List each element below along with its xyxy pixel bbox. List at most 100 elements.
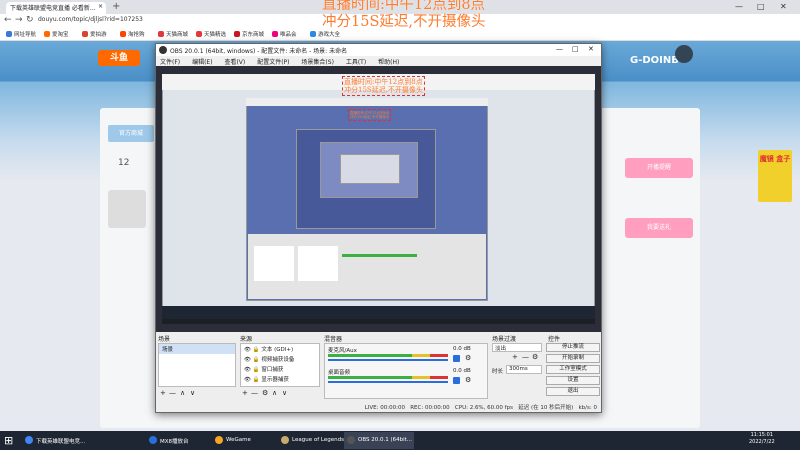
transitions-title: 场景过渡 <box>492 336 517 343</box>
taskbar-item[interactable]: WeGame <box>212 432 274 449</box>
desktop-meter <box>328 376 448 379</box>
transition-remove-button[interactable]: — <box>522 353 529 361</box>
taskbar-app-icon <box>215 436 223 444</box>
obs-close-icon[interactable]: ✕ <box>588 45 594 53</box>
source-item[interactable]: 👁 🔒 窗口捕获 <box>241 364 319 374</box>
gift-button[interactable]: 我要送礼 <box>625 218 693 238</box>
menu-scene-collection[interactable]: 场景集合(S) <box>301 59 334 66</box>
menu-tools[interactable]: 工具(T) <box>346 59 366 66</box>
source-item[interactable]: 👁 🔒 视频捕获设备 <box>241 354 319 364</box>
scene-up-button[interactable]: ∧ <box>180 389 185 397</box>
bookmark-icon <box>82 31 88 37</box>
maximize-icon[interactable]: □ <box>757 2 765 11</box>
menu-view[interactable]: 查看(V) <box>224 59 245 66</box>
reload-icon[interactable]: ↻ <box>26 15 34 25</box>
bookmark-icon <box>234 31 240 37</box>
browser-tab[interactable]: 下载英雄联盟电竞直播 必看新... × <box>6 2 106 14</box>
bookmark-label: 爱拍游 <box>90 32 107 38</box>
obs-window: OBS 20.0.1 (64bit, windows) - 配置文件: 未命名 … <box>155 43 602 413</box>
start-recording-button[interactable]: 开始录制 <box>546 354 600 363</box>
back-icon[interactable]: ← <box>4 15 12 25</box>
source-settings-icon[interactable]: ⚙ <box>262 389 268 397</box>
bookmark-item[interactable]: 京东商城 <box>234 30 264 38</box>
desktop-speaker-icon[interactable] <box>453 377 460 384</box>
browser-tab-title: 下载英雄联盟电竞直播 必看新... <box>10 5 96 12</box>
close-tab-icon[interactable]: × <box>98 3 103 10</box>
source-down-button[interactable]: ∨ <box>282 389 287 397</box>
bookmark-icon <box>272 31 278 37</box>
clock-date: 2022/7/22 <box>749 439 775 445</box>
desktop-db: 0.0 dB <box>453 368 471 374</box>
official-store-tab[interactable]: 官方商城 <box>108 125 154 142</box>
duration-input[interactable]: 300ms <box>506 365 542 374</box>
settings-button[interactable]: 设置 <box>546 376 600 385</box>
mixer-title: 混音器 <box>324 336 343 343</box>
scene-item[interactable]: 场景 <box>159 344 235 354</box>
desktop-settings-icon[interactable]: ⚙ <box>465 376 471 384</box>
mic-speaker-icon[interactable] <box>453 355 460 362</box>
scenes-title: 场景 <box>158 336 171 343</box>
source-item[interactable]: 👁 🔒 文本 (GDI+) <box>241 344 319 354</box>
transition-select[interactable]: 淡出 <box>492 343 542 352</box>
desktop-volume-slider[interactable] <box>328 381 448 383</box>
bookmark-item[interactable]: 网址导航 <box>6 30 36 38</box>
avatar[interactable] <box>108 190 146 228</box>
forward-icon[interactable]: → <box>15 15 23 25</box>
scene-down-button[interactable]: ∨ <box>190 389 195 397</box>
source-remove-button[interactable]: — <box>251 389 258 397</box>
taskbar-item[interactable]: 下载英雄联盟电竞... <box>22 432 142 449</box>
nested-obs-4 <box>340 154 400 184</box>
remind-button[interactable]: 开播提醒 <box>625 158 693 178</box>
source-add-button[interactable]: + <box>242 389 248 397</box>
nested-meter <box>342 254 417 257</box>
bookmark-icon <box>310 31 316 37</box>
taskbar-item[interactable]: MX8播放台 <box>146 432 208 449</box>
mic-volume-slider[interactable] <box>328 359 448 361</box>
url-field[interactable]: douyu.com/topic/djljsl?rid=107253 <box>38 16 143 23</box>
menu-profile[interactable]: 配置文件(P) <box>257 59 289 66</box>
nested-overlay-1-line2: 冲分15S延迟,不开摄像头 <box>350 115 390 119</box>
user-avatar[interactable] <box>675 45 693 63</box>
taskbar-item[interactable]: OBS 20.0.1 (64bit... <box>344 432 414 449</box>
bookmark-item[interactable]: 天猫商城 <box>158 30 188 38</box>
scenes-list[interactable]: 场景 <box>158 343 236 387</box>
scene-remove-button[interactable]: — <box>169 389 176 397</box>
source-label: 窗口捕获 <box>261 367 284 373</box>
menu-edit[interactable]: 编辑(E) <box>192 59 212 66</box>
new-tab-button[interactable]: + <box>112 1 120 12</box>
source-up-button[interactable]: ∧ <box>272 389 277 397</box>
menu-help[interactable]: 帮助(H) <box>378 59 399 66</box>
source-label: 文本 (GDI+) <box>261 347 294 353</box>
captured-taskbar <box>162 306 595 319</box>
sources-list[interactable]: 👁 🔒 文本 (GDI+) 👁 🔒 视频捕获设备 👁 🔒 窗口捕获 👁 🔒 显示… <box>240 343 320 387</box>
bookmark-item[interactable]: 爱拍游 <box>82 30 107 38</box>
taskbar-item-label: 下载英雄联盟电竞... <box>36 439 86 445</box>
mic-settings-icon[interactable]: ⚙ <box>465 354 471 362</box>
source-item[interactable]: 👁 🔒 显示器捕获 <box>241 374 319 384</box>
obs-maximize-icon[interactable]: □ <box>572 45 579 53</box>
bookmark-item[interactable]: 淘抢购 <box>120 30 145 38</box>
taskbar-app-icon <box>149 436 157 444</box>
obs-preview[interactable]: 直播时间:中午12点到8点 冲分15S延迟,不开摄像头 直播时间:中午12点到8… <box>162 74 595 324</box>
menu-file[interactable]: 文件(F) <box>160 59 180 66</box>
bookmark-item[interactable]: 唯品会 <box>272 30 297 38</box>
minimize-icon[interactable]: — <box>735 2 743 11</box>
douyu-logo[interactable]: 斗鱼 <box>98 50 140 66</box>
bookmark-item[interactable]: 天猫精选 <box>196 30 226 38</box>
transition-add-button[interactable]: + <box>512 353 518 361</box>
taskbar-item[interactable]: League of Legends <box>278 432 344 449</box>
exit-button[interactable]: 退出 <box>546 387 600 396</box>
windows-start-icon[interactable]: ⊞ <box>4 434 13 447</box>
studio-mode-button[interactable]: 工作室模式 <box>546 365 600 374</box>
bookmark-item[interactable]: 爱淘宝 <box>44 30 69 38</box>
promo-box[interactable]: 魔镜 盒子 <box>758 150 792 202</box>
transition-settings-icon[interactable]: ⚙ <box>532 353 538 361</box>
captured-overlay-line2: 冲分15S延迟,不开摄像头 <box>344 86 423 94</box>
taskbar-clock[interactable]: 11:15:01 2022/7/22 <box>749 432 775 446</box>
bookmark-item[interactable]: 游戏大全 <box>310 30 340 38</box>
obs-minimize-icon[interactable]: — <box>556 45 563 53</box>
scene-add-button[interactable]: + <box>160 389 166 397</box>
stop-streaming-button[interactable]: 停止推流 <box>546 343 600 352</box>
close-window-icon[interactable]: ✕ <box>780 2 787 11</box>
mic-meter <box>328 354 448 357</box>
